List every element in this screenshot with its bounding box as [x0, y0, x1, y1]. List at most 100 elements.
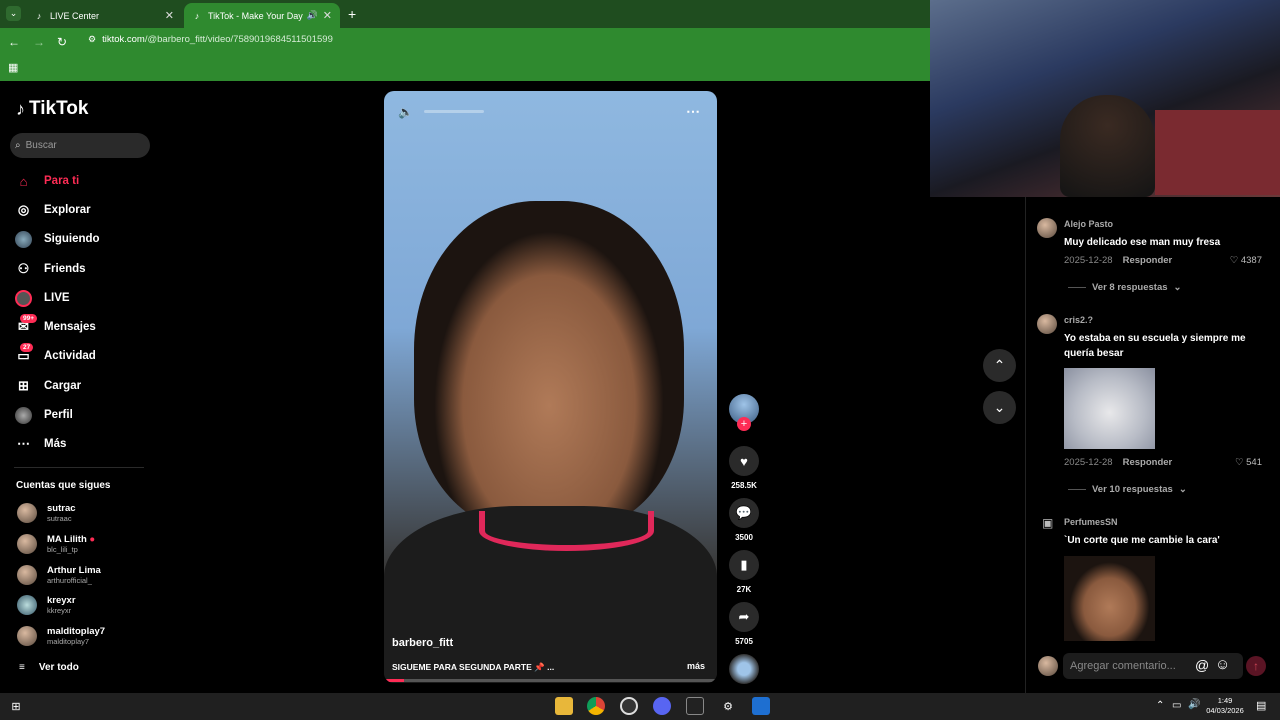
nav-label: Mensajes — [44, 321, 96, 333]
windows-taskbar — [0, 693, 1280, 720]
search-input[interactable]: ⌕ Buscar — [10, 133, 150, 158]
nav-label: LIVE — [44, 292, 70, 304]
music-disc-button[interactable] — [729, 654, 759, 684]
clock[interactable]: 1:49 04/03/2026 — [1203, 696, 1247, 716]
followed-account[interactable]: malditoplay7 malditoplay7 — [17, 626, 105, 646]
close-tab-icon[interactable]: ✕ — [165, 9, 174, 22]
comment-username[interactable]: cris2.? — [1064, 315, 1093, 325]
chrome-icon[interactable] — [587, 697, 605, 715]
reply-button[interactable]: Responder — [1123, 255, 1173, 266]
perfume-avatar-icon[interactable]: ▣ — [1042, 516, 1053, 530]
nav-live[interactable]: LIVE — [15, 287, 70, 309]
obs-icon[interactable] — [620, 697, 638, 715]
nav-perfil[interactable]: Perfil — [15, 404, 73, 426]
creator-avatar-button[interactable]: + — [729, 394, 759, 431]
tab-search-button[interactable]: ⌄ — [6, 6, 21, 21]
nav-cargar[interactable]: ⊞ Cargar — [15, 375, 81, 397]
reload-icon[interactable]: ↻ — [57, 35, 67, 49]
nav-explorar[interactable]: ◎ Explorar — [15, 199, 91, 221]
heart-icon: ♥ — [729, 446, 759, 476]
comment-photo-image[interactable] — [1064, 556, 1155, 641]
new-tab-button[interactable]: + — [348, 6, 356, 22]
back-icon[interactable]: ← — [8, 35, 20, 49]
comment-like-button[interactable]: ♡ 541 — [1235, 457, 1262, 468]
audio-playing-icon[interactable]: 🔊 — [307, 10, 318, 21]
tray-chevron-icon[interactable]: ⌃ — [1156, 700, 1164, 711]
video-player[interactable]: 🔈 ⋯ barbero_fitt SIGUEME PARA SEGUNDA PA… — [384, 91, 717, 683]
followed-account[interactable]: Arthur Lima arthurofficial_ — [17, 565, 101, 585]
music-disc-icon — [729, 654, 759, 684]
emoji-icon[interactable]: ☺ — [1215, 656, 1230, 673]
comment-username[interactable]: PerfumesSN — [1064, 517, 1118, 527]
follow-plus-icon[interactable]: + — [737, 417, 751, 431]
comment-sticker-image[interactable] — [1064, 368, 1155, 449]
streaming-app-icon[interactable] — [752, 697, 770, 715]
see-all-link[interactable]: ≡ Ver todo — [19, 656, 79, 678]
forward-icon[interactable]: → — [33, 35, 45, 49]
following-section-title: Cuentas que sigues — [16, 480, 111, 491]
account-name: malditoplay7 — [47, 626, 106, 637]
close-tab-icon[interactable]: ✕ — [323, 9, 332, 22]
live-dot-icon: ● — [89, 534, 96, 545]
tiktok-logo[interactable]: ♪ TikTok — [16, 98, 88, 120]
avatar[interactable] — [1037, 314, 1057, 334]
video-progress-track[interactable] — [384, 679, 717, 682]
nav-label: Para ti — [44, 175, 80, 187]
apps-grid-icon[interactable]: ▦ — [8, 61, 18, 74]
reply-button[interactable]: Responder — [1123, 457, 1173, 468]
sidebar-divider — [14, 467, 144, 468]
profile-avatar-icon — [15, 406, 32, 424]
site-info-icon[interactable]: ⚙ — [88, 34, 96, 45]
activity-icon: ▭ 27 — [15, 342, 34, 365]
share-count: 5705 — [735, 637, 753, 646]
share-button[interactable]: ➦ 5705 — [729, 602, 759, 646]
video-author[interactable]: barbero_fitt — [392, 637, 453, 649]
video-more-options-icon[interactable]: ⋯ — [686, 103, 700, 120]
messages-badge: 99+ — [20, 313, 38, 323]
previous-video-button[interactable]: ⌃ — [983, 349, 1016, 382]
nav-siguiendo[interactable]: Siguiendo — [15, 228, 100, 250]
nav-mensajes[interactable]: ✉ 99+ Mensajes — [15, 313, 96, 338]
followed-account[interactable]: kreyxr kkreyxr — [17, 595, 76, 615]
avatar[interactable] — [1037, 218, 1057, 238]
nav-actividad[interactable]: ▭ 27 Actividad — [15, 342, 96, 367]
mention-icon[interactable]: @ — [1195, 657, 1209, 673]
comment-like-count: 541 — [1246, 457, 1262, 468]
next-video-button[interactable]: ⌄ — [983, 391, 1016, 424]
windows-start-icon[interactable]: ⊞ — [7, 697, 25, 715]
comment-like-button[interactable]: ♡ 4387 — [1230, 255, 1262, 266]
save-count: 27K — [736, 585, 752, 594]
discord-icon[interactable] — [653, 697, 671, 715]
list-icon: ≡ — [19, 661, 25, 673]
notifications-icon[interactable]: ▤ — [1256, 699, 1266, 712]
account-name: sutrac — [47, 503, 76, 514]
bookmarks-bar: ▦ — [0, 56, 930, 81]
volume-icon[interactable]: 🔈 — [398, 105, 413, 119]
network-icon[interactable]: ▭ — [1172, 700, 1181, 711]
volume-slider[interactable] — [424, 110, 484, 113]
post-comment-button[interactable]: ↑ — [1246, 656, 1266, 676]
followed-account[interactable]: sutrac sutraac — [17, 503, 76, 523]
nav-mas[interactable]: ⋯ Más — [15, 433, 66, 455]
account-handle: kkreyxr — [47, 606, 72, 615]
url-field[interactable]: ⚙ tiktok.com/@barbero_fitt/video/7589019… — [88, 34, 333, 45]
save-button[interactable]: ▮ 27K — [729, 550, 759, 594]
avatar — [17, 565, 37, 585]
settings-gear-icon[interactable]: ⚙ — [719, 697, 737, 715]
tab-tiktok-active[interactable]: ♪ TikTok - Make Your Day 🔊 ✕ — [184, 3, 340, 28]
followed-account[interactable]: MA Lilith ● blc_lili_tp — [17, 534, 95, 554]
comment-button[interactable]: 💬 3500 — [729, 498, 759, 542]
file-explorer-icon[interactable] — [555, 697, 573, 715]
view-replies-label: Ver 10 respuestas — [1092, 484, 1173, 495]
caption-more-button[interactable]: más — [687, 661, 705, 671]
nav-friends[interactable]: ⚇ Friends — [15, 258, 86, 280]
nav-para-ti[interactable]: ⌂ Para ti — [15, 170, 80, 192]
view-replies-button[interactable]: Ver 8 respuestas ⌄ — [1068, 282, 1182, 293]
like-button[interactable]: ♥ 258.5K — [729, 446, 759, 490]
view-replies-button[interactable]: Ver 10 respuestas ⌄ — [1068, 484, 1187, 495]
volume-tray-icon[interactable]: 🔊 — [1188, 699, 1200, 710]
search-placeholder: Buscar — [25, 140, 57, 151]
tab-live-center[interactable]: ♪ LIVE Center ✕ — [26, 3, 182, 28]
terminal-icon[interactable] — [686, 697, 704, 715]
comment-username[interactable]: Alejo Pasto — [1064, 219, 1113, 229]
